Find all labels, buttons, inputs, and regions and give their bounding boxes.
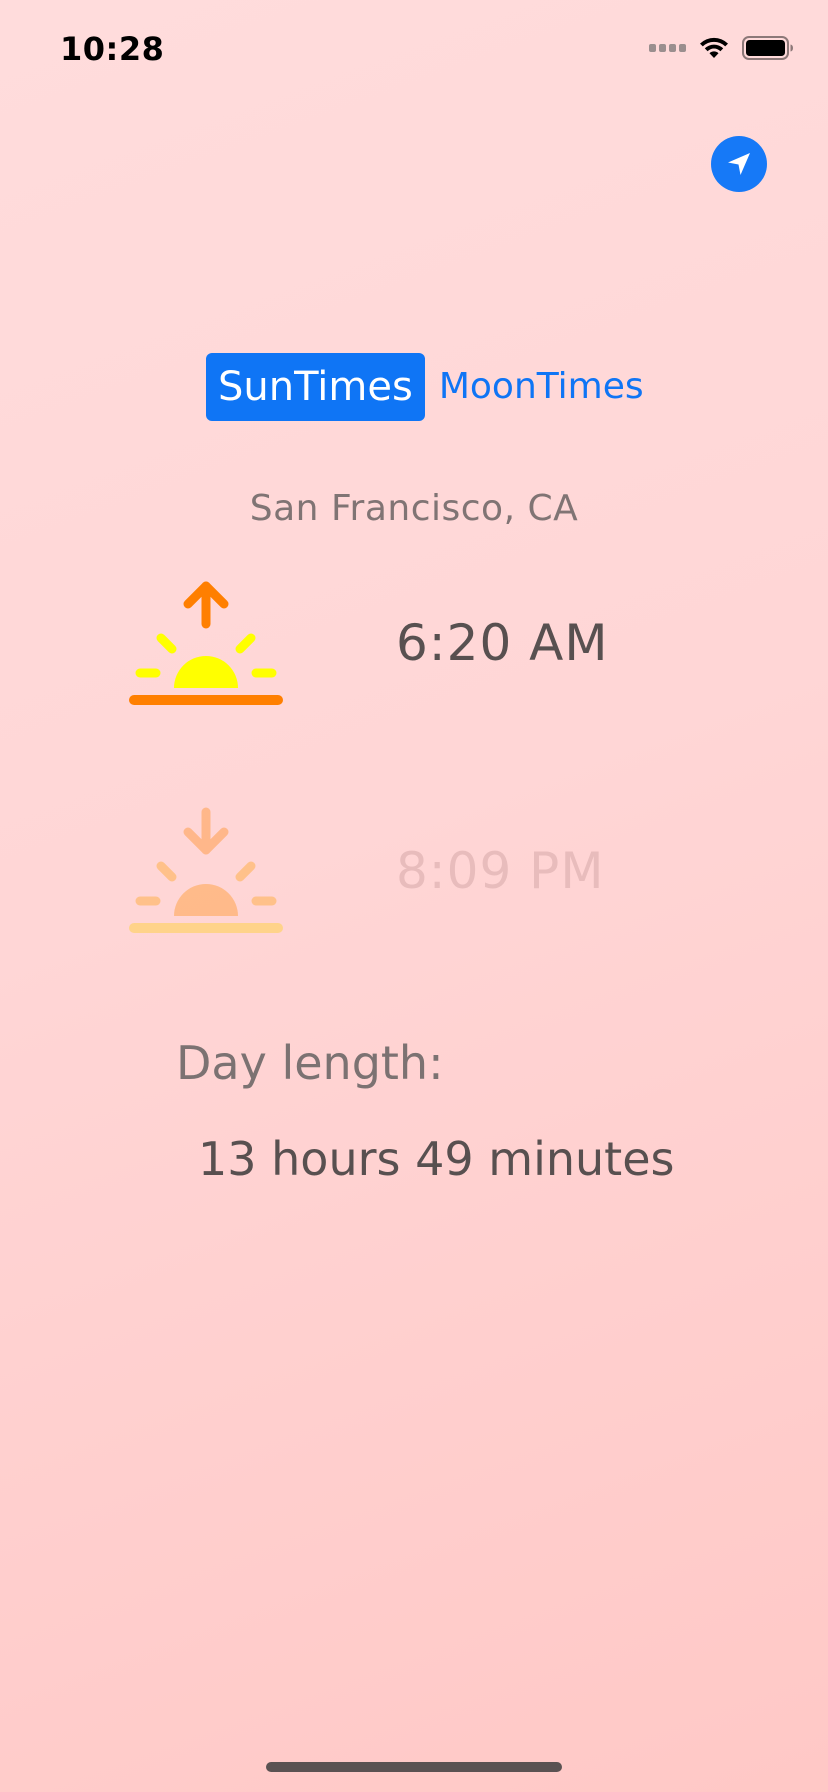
location-label: San Francisco, CA [249, 488, 579, 529]
tab-suntimes[interactable]: SunTimes [206, 353, 425, 421]
sunrise-time: 6:20 AM [396, 614, 609, 672]
sunset-icon [128, 806, 284, 940]
status-bar: 10:28 [0, 0, 828, 100]
wifi-icon [698, 36, 730, 60]
status-time: 10:28 [60, 30, 165, 68]
home-indicator[interactable] [266, 1762, 562, 1772]
tab-moontimes[interactable]: MoonTimes [439, 353, 644, 421]
sunset-time: 8:09 PM [396, 842, 605, 900]
location-button[interactable] [711, 136, 767, 192]
signal-bars-icon [649, 44, 686, 52]
location-arrow-icon [728, 153, 750, 175]
battery-icon [742, 36, 794, 60]
sun-moon-segmented-control: SunTimes MoonTimes [206, 353, 644, 421]
day-length-label: Day length: [176, 1036, 444, 1090]
sunrise-icon [128, 578, 284, 712]
status-icons [649, 36, 794, 60]
day-length-value: 13 hours 49 minutes [198, 1132, 675, 1186]
